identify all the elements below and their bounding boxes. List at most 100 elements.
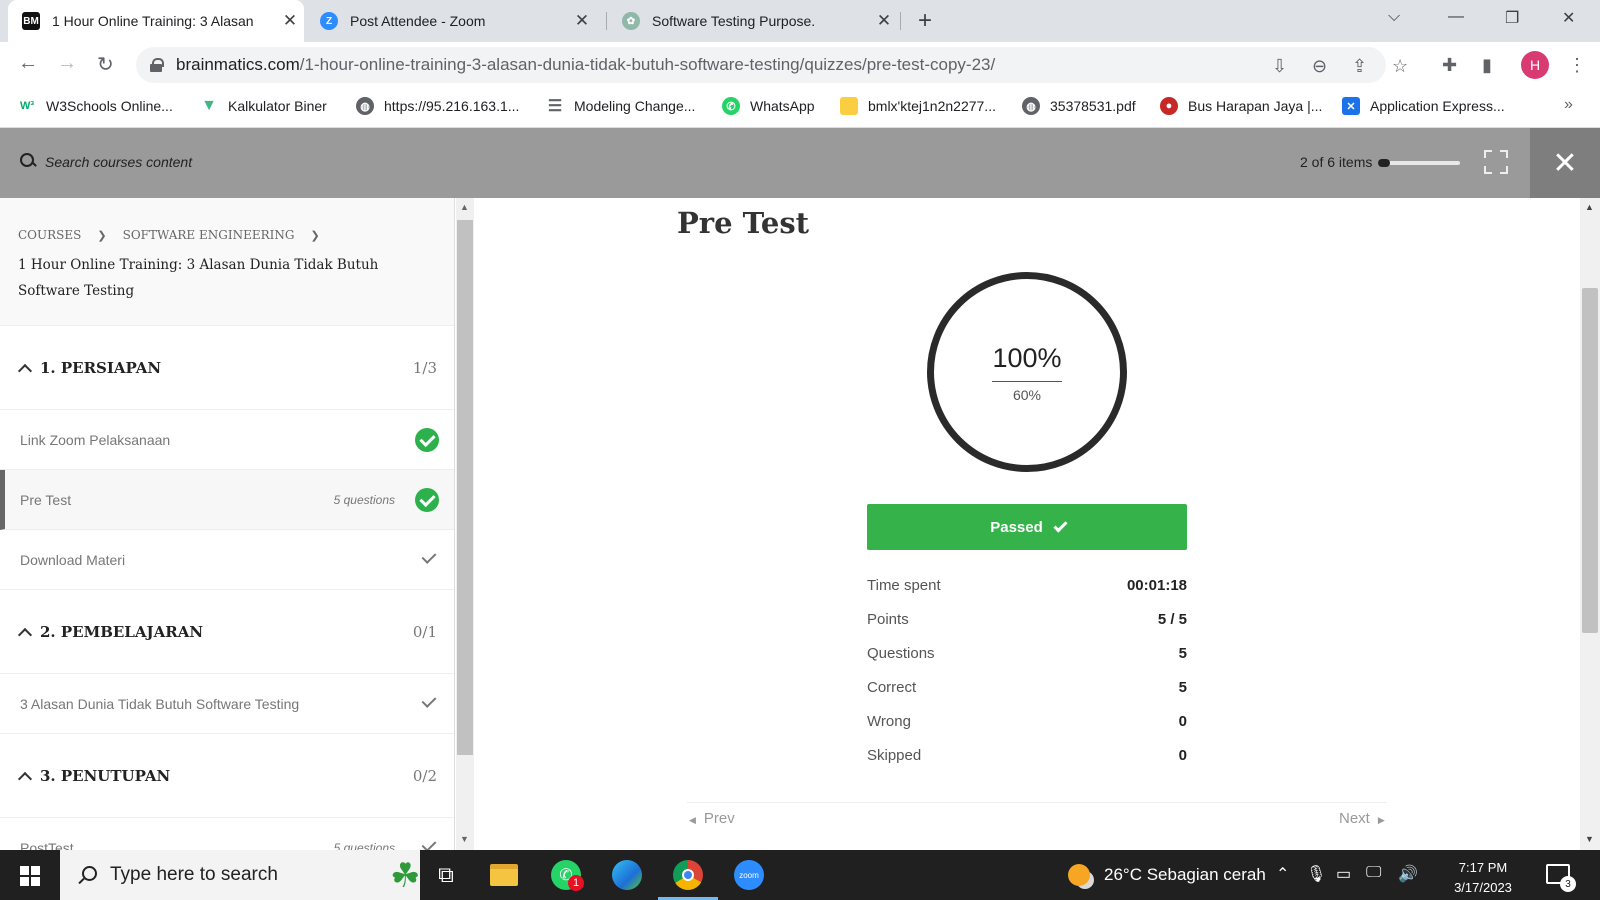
restore-icon[interactable]: ❐: [1505, 8, 1519, 28]
bookmark-item[interactable]: bmlx'ktej1n2n2277...: [840, 97, 996, 115]
close-window-icon[interactable]: ✕: [1562, 8, 1575, 28]
lesson-item[interactable]: 3 Alasan Dunia Tidak Butuh Software Test…: [0, 674, 454, 734]
profile-avatar[interactable]: H: [1521, 51, 1549, 79]
bookmark-item[interactable]: ◍ https://95.216.163.1...: [356, 97, 519, 115]
stat-row: Questions 5: [867, 644, 1187, 662]
tab-separator: [900, 12, 901, 30]
taskbar-clock[interactable]: 7:17 PM 3/17/2023: [1440, 858, 1526, 898]
chevron-right-icon: ❯: [310, 228, 320, 242]
close-tab-icon[interactable]: ✕: [870, 11, 898, 31]
close-tab-icon[interactable]: ✕: [568, 11, 596, 31]
bookmark-star-icon[interactable]: ☆: [1392, 56, 1408, 77]
section-persiapan[interactable]: 1. PERSIAPAN 1/3: [0, 326, 454, 410]
section-pembelajaran[interactable]: 2. PEMBELAJARAN 0/1: [0, 590, 454, 674]
new-tab-icon[interactable]: +: [918, 7, 932, 35]
url-field[interactable]: brainmatics.com/1-hour-online-training-3…: [136, 47, 1386, 83]
bookmark-item[interactable]: ▼ Kalkulator Biner: [200, 97, 327, 115]
section-progress: 1/3: [412, 358, 437, 377]
microphone-icon[interactable]: 🎙: [1306, 864, 1326, 884]
chrome-icon[interactable]: [658, 857, 718, 900]
share-icon[interactable]: ⇪: [1352, 56, 1367, 77]
vue-icon: ▼: [200, 97, 218, 115]
course-title: 1 Hour Online Training: 3 Alasan Dunia T…: [18, 257, 379, 299]
viewed-check-icon: [421, 693, 437, 708]
w3schools-icon: W³: [18, 97, 36, 115]
bookmark-item[interactable]: ● Bus Harapan Jaya |...: [1160, 97, 1322, 115]
file-explorer-icon[interactable]: [486, 857, 522, 893]
volume-icon[interactable]: 🔊: [1398, 864, 1418, 884]
lesson-title: Pre Test: [20, 491, 72, 508]
clock-date: 3/17/2023: [1454, 880, 1512, 895]
bookmark-item[interactable]: W³ W3Schools Online...: [18, 97, 173, 115]
content-scrollbar[interactable]: ▲ ▼: [1580, 198, 1600, 850]
lesson-title: Link Zoom Pelaksanaan: [20, 431, 171, 448]
edge-icon[interactable]: [609, 857, 645, 893]
result-circle: 100% 60%: [927, 272, 1127, 472]
menu-icon[interactable]: ⋮: [1568, 55, 1586, 76]
back-icon[interactable]: ←: [18, 52, 38, 75]
lesson-item[interactable]: PostTest 5 questions: [0, 818, 454, 850]
lesson-item[interactable]: Download Materi: [0, 530, 454, 590]
quiz-content: Pre Test 100% 60% Passed Time spent 00:01…: [475, 198, 1580, 850]
bookmark-item[interactable]: ✕ Application Express...: [1342, 97, 1505, 115]
scrollbar-thumb[interactable]: [1582, 288, 1598, 633]
taskbar-search-box[interactable]: Type here to search ☘: [60, 850, 420, 900]
zoom-favicon: Z: [320, 12, 338, 30]
check-icon: [1053, 517, 1068, 533]
tab-brainmatics[interactable]: BM 1 Hour Online Training: 3 Alasan ✕: [8, 0, 304, 42]
forward-icon[interactable]: →: [57, 52, 77, 75]
close-tab-icon[interactable]: ✕: [276, 11, 304, 31]
fullscreen-icon[interactable]: [1484, 150, 1508, 174]
partly-cloudy-icon: [1068, 864, 1090, 886]
extensions-icon[interactable]: ✚: [1442, 55, 1457, 76]
breadcrumb-courses[interactable]: COURSES: [18, 228, 81, 242]
completed-check-icon: [415, 488, 439, 512]
minimize-icon[interactable]: —: [1448, 8, 1464, 26]
whatsapp-badge: 1: [568, 875, 584, 891]
lesson-item-current[interactable]: Pre Test 5 questions: [0, 470, 454, 530]
battery-icon[interactable]: ▭: [1336, 864, 1351, 884]
more-bookmarks-icon[interactable]: »: [1564, 96, 1573, 114]
bookmark-item[interactable]: ◍ 35378531.pdf: [1022, 97, 1136, 115]
course-info: COURSES ❯ SOFTWARE ENGINEERING ❯ 1 Hour …: [0, 198, 454, 326]
bookmark-item[interactable]: ☰ Modeling Change...: [546, 97, 695, 115]
section-progress: 0/1: [412, 622, 437, 641]
close-course-button[interactable]: ✕: [1530, 128, 1600, 198]
next-button[interactable]: Next ▶: [1339, 810, 1385, 827]
network-icon[interactable]: 🖵: [1366, 864, 1381, 882]
tray-expand-icon[interactable]: ⌃: [1276, 864, 1289, 884]
tab-search-icon[interactable]: ⌵: [1388, 8, 1400, 26]
scrollbar-thumb[interactable]: [457, 220, 473, 755]
notification-count: 3: [1560, 876, 1576, 892]
side-panel-icon[interactable]: ▮: [1482, 55, 1492, 76]
zoom-out-icon[interactable]: ⊖: [1312, 56, 1327, 77]
install-app-icon[interactable]: ⇩: [1272, 56, 1287, 77]
task-view-icon[interactable]: ⧉: [428, 857, 464, 893]
whatsapp-app-icon[interactable]: ✆ 1: [548, 857, 584, 893]
scroll-down-icon[interactable]: ▼: [1585, 834, 1594, 844]
scroll-down-icon[interactable]: ▼: [460, 834, 469, 844]
tab-chatgpt[interactable]: ✿ Software Testing Purpose. ✕: [608, 0, 898, 42]
bookmark-item[interactable]: ✆ WhatsApp: [722, 97, 815, 115]
prev-button[interactable]: ◀ Prev: [689, 810, 735, 827]
tab-zoom[interactable]: Z Post Attendee - Zoom ✕: [306, 0, 596, 42]
search-courses-input[interactable]: [45, 150, 445, 174]
windows-start-icon[interactable]: [20, 866, 40, 886]
viewed-check-icon: [421, 837, 437, 850]
sidebar-scrollbar[interactable]: ▲ ▼: [456, 198, 474, 850]
globe-icon: ◍: [1022, 97, 1040, 115]
weather-widget[interactable]: 26°C Sebagian cerah: [1068, 864, 1266, 886]
scroll-up-icon[interactable]: ▲: [460, 202, 469, 212]
reload-icon[interactable]: ↻: [97, 52, 114, 77]
stat-row: Wrong 0: [867, 712, 1187, 730]
result-divider: [992, 381, 1062, 382]
section-title: 1. PERSIAPAN: [40, 358, 162, 377]
breadcrumb-category[interactable]: SOFTWARE ENGINEERING: [123, 228, 295, 242]
notification-center-icon[interactable]: 3: [1546, 864, 1576, 892]
scroll-up-icon[interactable]: ▲: [1585, 202, 1594, 212]
chevron-up-icon: [17, 627, 33, 642]
zoom-app-icon[interactable]: zoom: [731, 857, 767, 893]
lock-icon: [150, 58, 164, 72]
lesson-item[interactable]: Link Zoom Pelaksanaan: [0, 410, 454, 470]
section-penutupan[interactable]: 3. PENUTUPAN 0/2: [0, 734, 454, 818]
